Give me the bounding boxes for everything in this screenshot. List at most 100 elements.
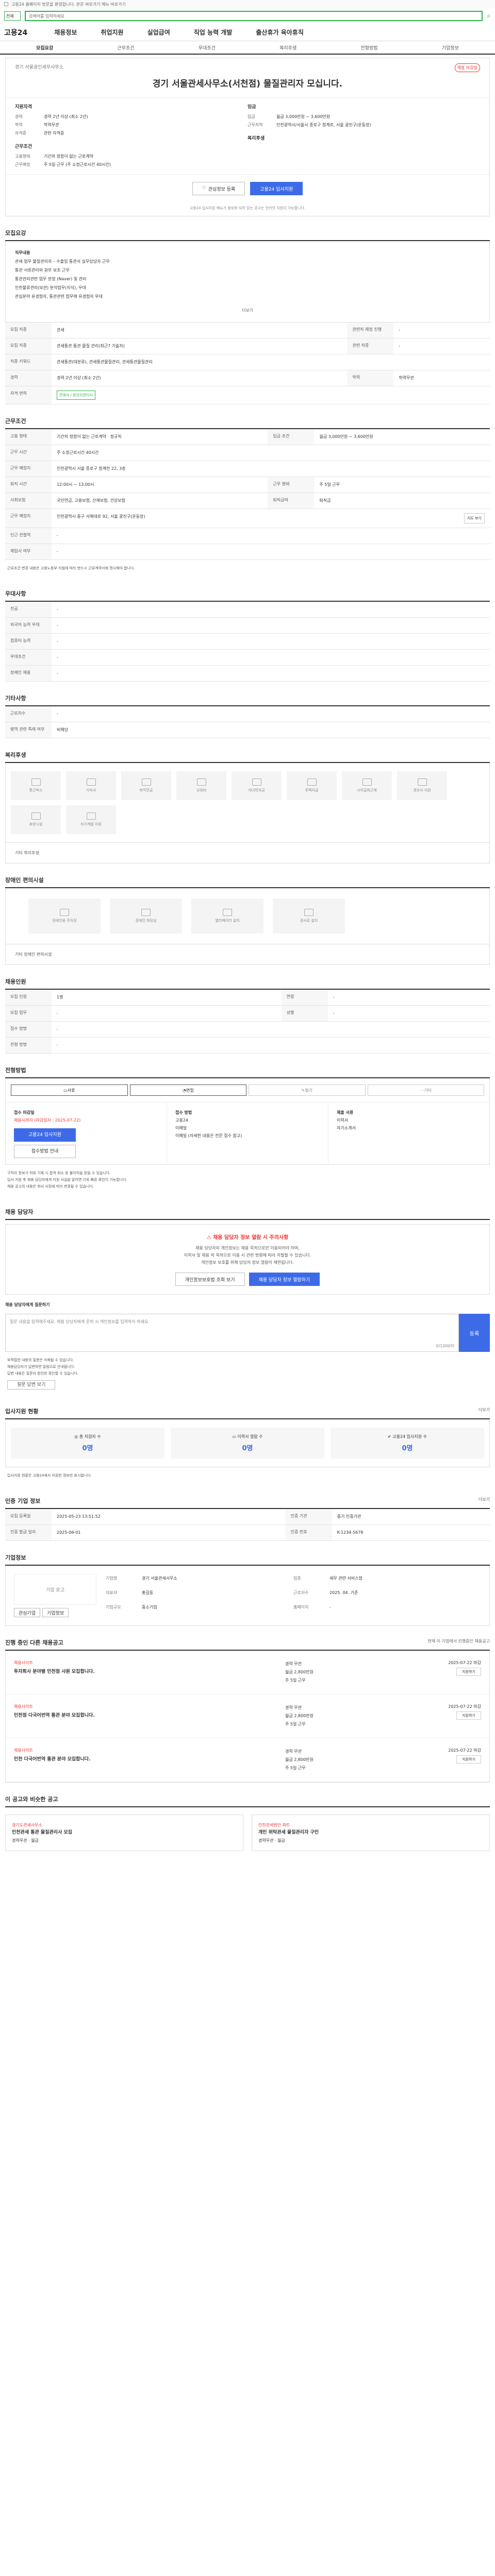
item-title[interactable]: 인천점 다국어번역 통관 분야 모집합니다.: [14, 1711, 285, 1718]
welfare-title: 복리후생: [248, 136, 265, 141]
similar-card[interactable]: 인천관세법인 파트 개인 위탁관세 물질관리자 구인 경력무관 · 월급: [252, 1815, 490, 1851]
close-icon[interactable]: [4, 2, 8, 6]
contact-section: 채용 담당자 ⚠ 채용 담당자 정보 열람 시 주의사항 채용 담당자의 개인정…: [5, 1208, 490, 1395]
map-button[interactable]: 지도 보기: [464, 513, 485, 523]
warning-line: 채용 담당자의 개인정보는 채용 목적으로만 이용되어야 하며,: [195, 1246, 300, 1250]
list-item[interactable]: 채용사이트 인천점 다국어번역 통관 분야 모집합니다. 경력 무관 월급 2,80…: [6, 1694, 489, 1738]
interest-button[interactable]: ♡ 관심정보 등록: [192, 182, 245, 195]
table-row: 인근 전철역 -: [5, 528, 490, 544]
tab-company[interactable]: 기업정보: [410, 41, 491, 54]
company-section: 기업정보 기업 로고 관심기업 기업정보 기업명 경기 서울관세사무소 업종 세무 …: [5, 1553, 490, 1626]
item-apply-button[interactable]: 지원하기: [456, 1711, 481, 1720]
dormitory-icon: [86, 778, 96, 786]
privacy-law-button[interactable]: 개인정보보호법 조회 보기: [175, 1273, 245, 1286]
item-apply-button[interactable]: 지원하기: [456, 1755, 481, 1764]
item-title[interactable]: 투자회사 분야별 인천점 사원 모집합니다.: [14, 1668, 285, 1674]
similar-info: 경력무관 · 월급: [258, 1838, 285, 1843]
row-value: 국민연금, 고용보험, 산재보험, 건강보험: [52, 493, 268, 509]
item-title[interactable]: 인천 다국어번역 통관 분야 모집합니다.: [14, 1755, 285, 1762]
row-key: 근무 시간: [5, 445, 52, 461]
tab-work[interactable]: 근무조건: [85, 41, 166, 54]
screening-section: 전형방법 ▭ 서류 ◔ 면접 ✎ 필기 ⋯ 기타 접수 마감일 채용시까지 (마…: [5, 1066, 490, 1195]
search-icon[interactable]: ⌕: [487, 12, 491, 20]
table-row: 경력 경력 2년 이상 (최소 2년) 학력 학력무관: [5, 370, 490, 386]
row-value: 비해당: [52, 722, 490, 738]
info-value: 2025. 04. 기준: [329, 1590, 358, 1595]
search-scope-select[interactable]: 전체: [4, 11, 21, 21]
table-row: 모집 직종 관세통관 통관 물질 관리(최근7 기술자) 관련 직종 -: [5, 338, 490, 354]
item-company: 채용사이트: [14, 1748, 33, 1753]
qa-placeholder: 질문 내용을 입력해주세요. 채용 담당자에게 문의 시 개인정보를 입력하지 …: [10, 1319, 150, 1324]
similar-card[interactable]: 경기도관세사무소 인천관세 통관 물질관리사 모집 경력무관 · 월급: [5, 1815, 243, 1851]
ongoing-more[interactable]: 현재 이 기업에서 진행중인 채용공고: [427, 1638, 490, 1647]
qa-char-count: 0/1000자: [436, 1344, 454, 1348]
item-apply-button[interactable]: 지원하기: [456, 1668, 481, 1676]
step-label: 면접: [186, 1088, 194, 1093]
qa-view-button[interactable]: 질문 답변 보기: [7, 1380, 56, 1389]
gnb-item-jobs[interactable]: 채용정보: [54, 28, 77, 37]
info-value: 중소기업: [142, 1605, 157, 1609]
similar-title[interactable]: 인천관세 통관 물질관리사 모집: [12, 1829, 237, 1837]
row-key: 학력: [347, 370, 394, 386]
company-info-button[interactable]: 기업정보: [42, 1608, 69, 1617]
gnb-item-training[interactable]: 직업 능력 개발: [194, 28, 233, 37]
section-title: 진행 중인 다른 채용공고: [5, 1639, 63, 1646]
item-info: 주 5일 근무: [285, 1678, 306, 1683]
method-line: 이메일 (자세한 내용은 전문 접수 참고): [175, 1133, 242, 1138]
document-icon: ▭: [232, 1434, 238, 1439]
item-date: 2025-07-22 마감: [448, 1704, 481, 1709]
gnb-item-support[interactable]: 취업지원: [101, 28, 123, 37]
section-title: 모집요강: [5, 230, 26, 236]
row-key: 직종 키워드: [5, 354, 52, 370]
deadline-col: 접수 마감일 채용시까지 (마감일자 : 2025-07-22) 고용24 입사…: [6, 1103, 167, 1164]
kv-key: 경력: [15, 114, 23, 119]
step-document: ▭ 서류: [11, 1084, 128, 1096]
tab-screening[interactable]: 전형방법: [328, 41, 409, 54]
house-icon: [307, 778, 317, 786]
license-chip: 관세사 / 원산지관리사: [57, 391, 95, 400]
apply-note: 고용24 입사지원 메뉴가 활성화 되어 있는 공고는 인터넷 지원이 가능합니…: [189, 206, 306, 210]
more-button[interactable]: 더보기: [15, 306, 480, 315]
welfare-card: 경조사 지원: [397, 771, 447, 800]
facility-label: 엘리베이터 설치: [215, 919, 240, 923]
cert-more-link[interactable]: 더보기: [478, 1497, 490, 1505]
table-row: 직종 키워드 관세통관(대분류), 관세통관물질관리, 관세통관물질관리: [5, 354, 490, 370]
search-input[interactable]: 검색어를 입력하세요: [25, 11, 483, 21]
list-item[interactable]: 채용사이트 인천 다국어번역 통관 분야 모집합니다. 경력 무관 월급 2,800…: [6, 1738, 489, 1782]
stat-card: ▭ 이력서 열람 수 0명: [171, 1428, 324, 1459]
screening-steps: ▭ 서류 ◔ 면접 ✎ 필기 ⋯ 기타: [6, 1078, 489, 1102]
apply-button[interactable]: 고용24 입사지원: [250, 182, 303, 195]
similar-title[interactable]: 개인 위탁관세 물질관리자 구인: [258, 1829, 483, 1837]
tab-recruit[interactable]: 모집요강: [4, 41, 85, 54]
view-contact-button[interactable]: 채용 담당자 정보 열람하기: [249, 1273, 320, 1286]
row-value: 인천광역시 서울 종로구 청계천 22, 3층: [52, 461, 490, 477]
section-title: 채용 담당자: [5, 1209, 34, 1215]
similar-section: 이 공고와 비슷한 공고 경기도관세사무소 인천관세 통관 물질관리사 모집 경…: [5, 1795, 490, 1858]
desc-line: 관세 업무 물질관리자 – 수출입 통관서 실무담당자 근무: [15, 259, 110, 264]
row-value: -: [52, 665, 490, 682]
row-value: -: [393, 323, 490, 338]
gnb-item-leave[interactable]: 출산휴가 육아휴직: [256, 28, 304, 37]
interest-company-button[interactable]: 관심기업: [14, 1608, 41, 1617]
item-info: 월급 2,800만원: [285, 1714, 314, 1718]
tab-pref[interactable]: 우대조건: [167, 41, 248, 54]
tab-welfare[interactable]: 복리후생: [248, 41, 328, 54]
site-logo[interactable]: 고용24: [4, 27, 27, 38]
qa-textarea[interactable]: 질문 내용을 입력해주세요. 채용 담당자에게 문의 시 개인정보를 입력하지 …: [5, 1314, 459, 1352]
apply-guide-button[interactable]: 접수방법 안내: [14, 1145, 76, 1158]
deadline-badge: 채용 마감일: [454, 63, 480, 72]
table-row: 근로자수 -: [5, 706, 490, 722]
section-title: 복리후생: [5, 752, 26, 758]
gnb-item-benefit[interactable]: 실업급여: [147, 28, 170, 37]
welfare-card: 통근버스: [11, 771, 61, 800]
kv-value: 기간의 정함이 없는 근로계약: [44, 154, 93, 159]
note-line: 구직자 정보가 허위 기재 시 합격 취소 등 불이익을 받을 수 있습니다.: [7, 1171, 111, 1175]
list-item[interactable]: 채용사이트 투자회사 분야별 인천점 사원 모집합니다. 경력 무관 월급 2,80…: [6, 1651, 489, 1694]
apply-button-2[interactable]: 고용24 입사지원: [14, 1128, 76, 1142]
stats-more-link[interactable]: 더보기: [478, 1407, 490, 1415]
qa-submit-button[interactable]: 등록: [459, 1314, 490, 1352]
table-row: 인증 발급 일자 2025-06-01 인증 번호 K-1234-5678: [5, 1524, 490, 1541]
company-logo: 기업 로고: [14, 1574, 96, 1605]
bus-icon: [31, 778, 41, 786]
welfare-card: 자기계발 지원: [66, 805, 116, 834]
